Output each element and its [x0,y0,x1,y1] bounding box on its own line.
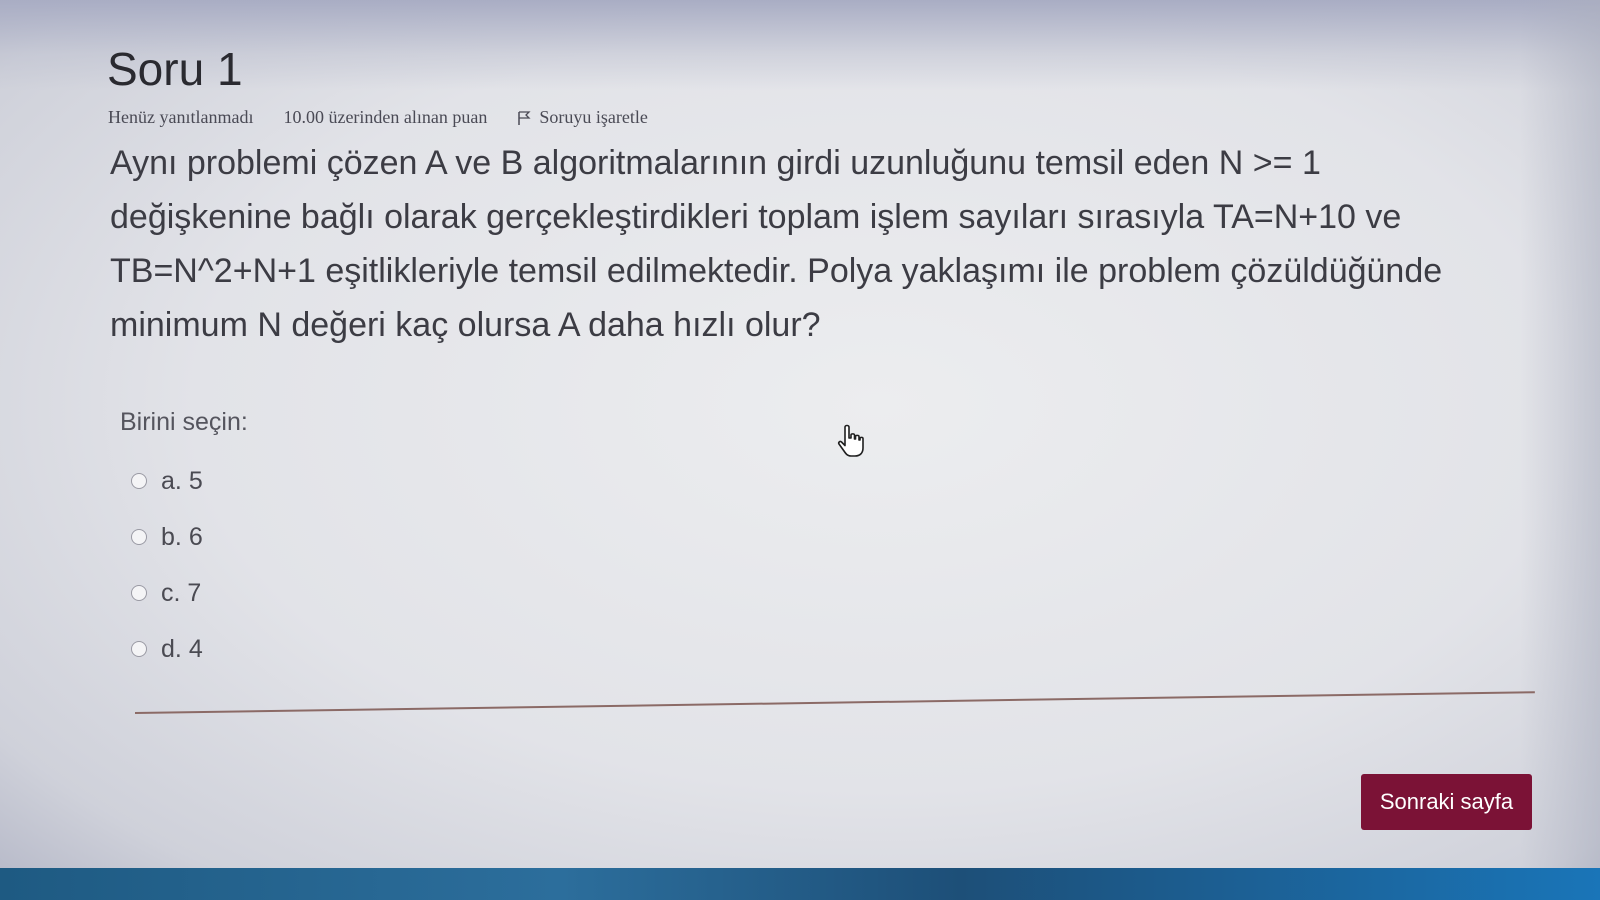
answer-option-c[interactable]: c. 7 [131,565,203,621]
answer-prompt: Birini seçin: [120,408,248,436]
question-title: Soru 1 [107,43,243,95]
answer-option-a[interactable]: a. 5 [131,453,203,509]
option-value: 4 [188,634,203,663]
flag-question-label: Soruyu işaretle [539,107,648,127]
divider-line [134,691,1535,714]
hand-pointer-icon [837,424,864,457]
flag-icon [518,110,531,125]
screen-right-shading [1520,0,1600,900]
answer-option-b[interactable]: b. 6 [131,509,203,565]
option-letter: a. [161,466,182,495]
option-value: 6 [188,522,203,551]
taskbar [0,868,1600,900]
flag-question-link[interactable]: Soruyu işaretle [517,107,648,128]
option-value: 7 [187,578,202,607]
answer-option-d[interactable]: d. 4 [131,621,203,677]
option-letter: c. [161,578,181,607]
question-text: Aynı problemi çözen A ve B algoritmaları… [110,144,1443,344]
question-status: Henüz yanıtlanmadı [108,107,254,127]
option-letter: d. [161,634,182,663]
question-info: Henüz yanıtlanmadı 10.00 üzerinden alına… [108,107,648,128]
question-grade: 10.00 üzerinden alınan puan [283,107,488,127]
option-letter: b. [161,522,182,551]
radio-button[interactable] [131,585,147,601]
radio-button[interactable] [131,473,147,489]
answer-options: a. 5 b. 6 c. 7 d. 4 [131,453,203,677]
radio-button[interactable] [131,641,147,657]
radio-button[interactable] [131,529,147,545]
next-page-button[interactable]: Sonraki sayfa [1361,774,1532,830]
option-value: 5 [188,466,203,495]
